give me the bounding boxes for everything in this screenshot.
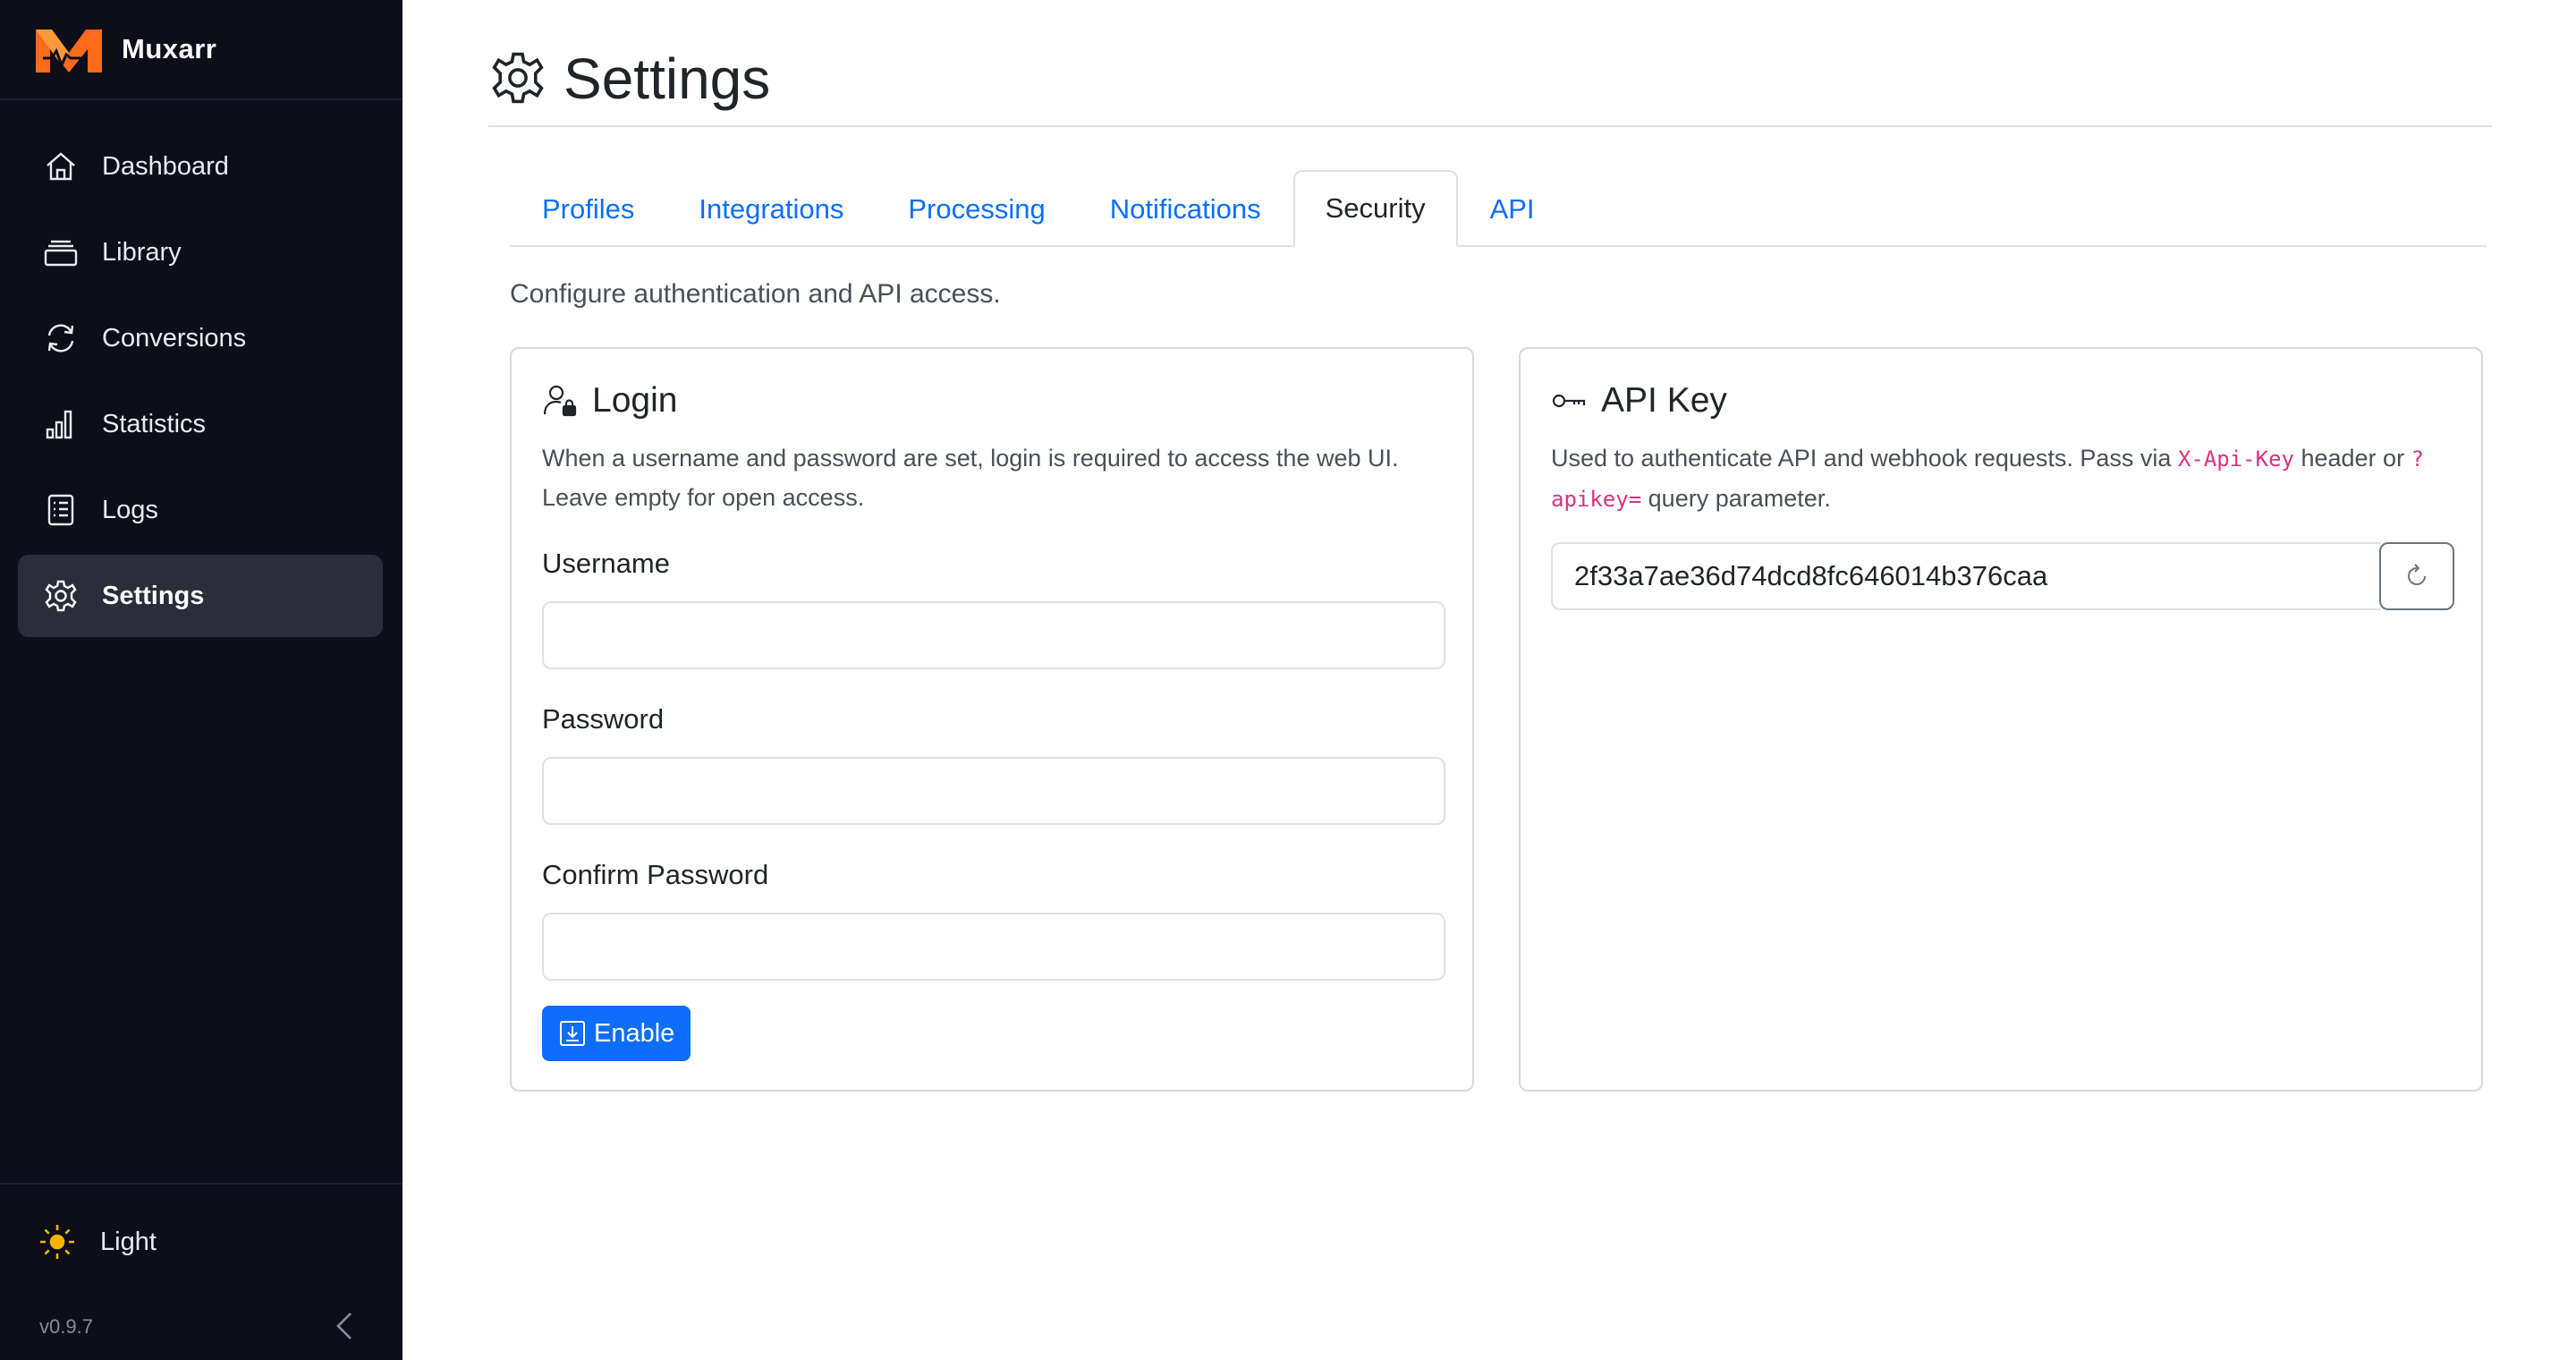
house-icon bbox=[47, 152, 75, 181]
sidebar-item-label: Statistics bbox=[102, 409, 207, 438]
tab-notifications[interactable]: Notifications bbox=[1078, 170, 1293, 247]
save-icon bbox=[560, 1021, 585, 1046]
password-label: Password bbox=[542, 703, 665, 735]
tab-api[interactable]: API bbox=[1458, 170, 1567, 247]
gear-icon bbox=[492, 52, 544, 104]
sidebar-item-label: Settings bbox=[102, 581, 205, 610]
confirm-password-input[interactable] bbox=[542, 913, 1445, 981]
bar-chart-icon bbox=[46, 410, 72, 439]
sidebar-footer: Light v0.9.7 bbox=[0, 1183, 402, 1360]
enable-button-label: Enable bbox=[594, 1018, 675, 1048]
sidebar-item-library[interactable]: Library bbox=[18, 211, 383, 293]
api-key-desc-text: Used to authenticate API and webhook req… bbox=[1551, 445, 2178, 472]
api-key-description: Used to authenticate API and webhook req… bbox=[1551, 438, 2454, 519]
collection-icon bbox=[44, 240, 78, 267]
muxarr-logo-icon bbox=[36, 30, 102, 72]
page-title: Settings bbox=[564, 47, 771, 111]
confirm-password-label: Confirm Password bbox=[542, 859, 769, 890]
api-key-desc-text: query parameter. bbox=[1641, 485, 1831, 512]
api-key-input[interactable] bbox=[1551, 542, 2381, 610]
login-description: When a username and password are set, lo… bbox=[542, 445, 1399, 511]
brand[interactable]: Muxarr bbox=[0, 0, 402, 100]
theme-toggle[interactable]: Light bbox=[38, 1222, 157, 1262]
tab-profiles[interactable]: Profiles bbox=[510, 170, 666, 247]
sidebar-item-label: Library bbox=[102, 237, 182, 267]
tab-security[interactable]: Security bbox=[1292, 170, 1458, 247]
tab-processing[interactable]: Processing bbox=[876, 170, 1077, 247]
username-label: Username bbox=[542, 548, 670, 579]
settings-tabs: Profiles Integrations Processing Notific… bbox=[510, 170, 2487, 247]
sidebar-item-logs[interactable]: Logs bbox=[18, 469, 383, 551]
log-file-icon bbox=[47, 494, 74, 526]
api-key-title: API Key bbox=[1601, 381, 1727, 420]
regenerate-key-button[interactable] bbox=[2379, 542, 2454, 610]
login-card-title: Login bbox=[542, 381, 677, 421]
app-name: Muxarr bbox=[122, 33, 217, 64]
theme-label: Light bbox=[100, 1227, 157, 1256]
tab-integrations[interactable]: Integrations bbox=[666, 170, 876, 247]
sidebar-item-dashboard[interactable]: Dashboard bbox=[18, 125, 383, 208]
section-intro: Configure authentication and API access. bbox=[510, 279, 1001, 309]
sidebar-nav: Dashboard Library Conversions Statistics bbox=[18, 125, 383, 641]
username-input[interactable] bbox=[542, 601, 1445, 669]
login-title: Login bbox=[592, 381, 678, 420]
refresh-icon bbox=[2408, 564, 2426, 585]
sidebar-item-conversions[interactable]: Conversions bbox=[18, 297, 383, 379]
key-icon bbox=[1552, 394, 1586, 408]
login-card: Login When a username and password are s… bbox=[510, 347, 1474, 1092]
api-key-desc-text: header or bbox=[2293, 445, 2411, 472]
refresh-icon bbox=[47, 324, 74, 353]
sun-icon bbox=[40, 1225, 74, 1259]
api-key-input-group bbox=[1551, 542, 2454, 610]
sidebar: Muxarr Dashboard Library Conversions Sta… bbox=[0, 0, 402, 1360]
sidebar-item-settings[interactable]: Settings bbox=[18, 555, 383, 637]
app-version: v0.9.7 bbox=[39, 1315, 93, 1338]
sidebar-item-label: Conversions bbox=[102, 323, 247, 353]
api-key-card: API Key Used to authenticate API and web… bbox=[1519, 347, 2483, 1092]
sidebar-item-label: Logs bbox=[102, 495, 158, 524]
main-content: Settings Profiles Integrations Processin… bbox=[402, 0, 2576, 1360]
chevron-left-icon[interactable] bbox=[329, 1308, 360, 1344]
enable-button[interactable]: Enable bbox=[542, 1006, 691, 1061]
password-input[interactable] bbox=[542, 757, 1445, 825]
sidebar-item-statistics[interactable]: Statistics bbox=[18, 383, 383, 465]
gear-icon bbox=[45, 580, 77, 612]
page-header: Settings bbox=[488, 43, 2492, 127]
sidebar-item-label: Dashboard bbox=[102, 151, 229, 181]
header-code: X-Api-Key bbox=[2177, 446, 2294, 472]
person-lock-icon bbox=[543, 385, 577, 417]
api-key-card-title: API Key bbox=[1551, 381, 1727, 421]
